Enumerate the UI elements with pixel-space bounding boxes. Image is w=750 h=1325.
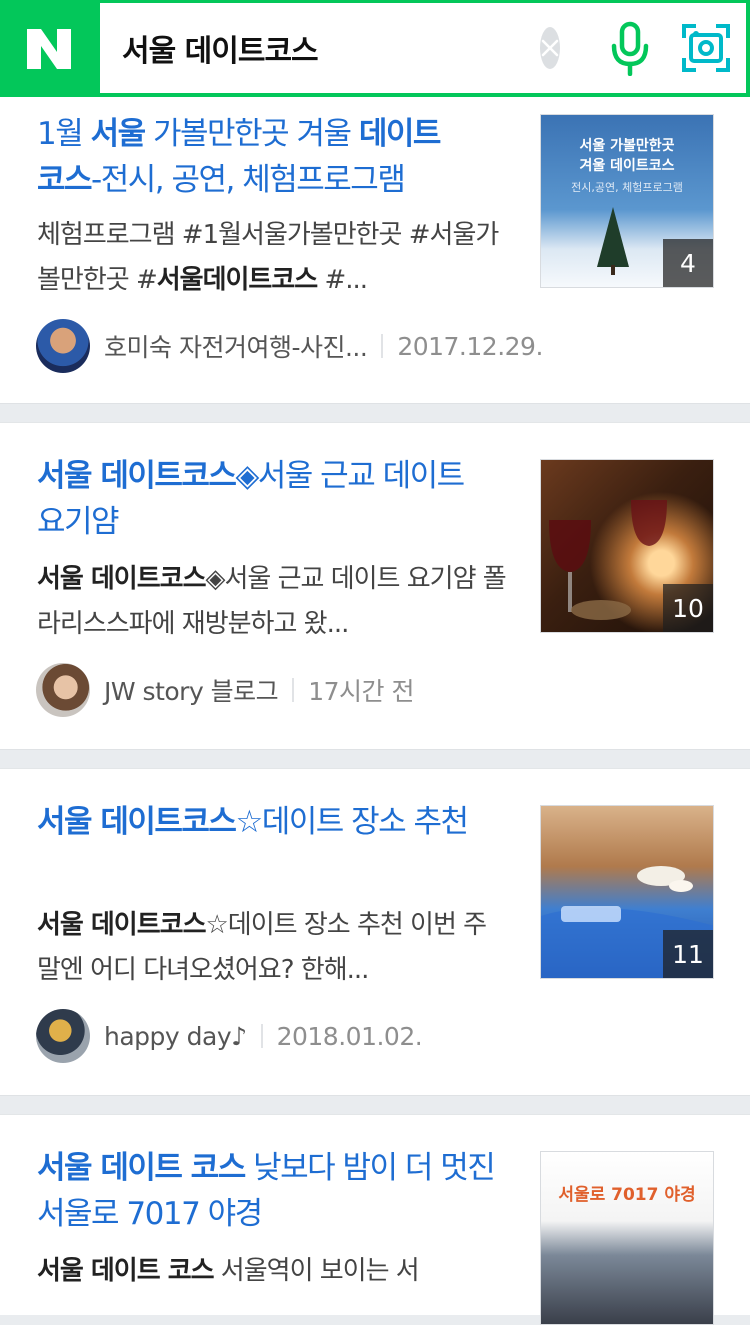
thumbnail-caption: 서울 가볼만한곳 <box>579 138 675 154</box>
tree-image <box>597 207 629 275</box>
voice-search-button[interactable] <box>610 20 650 76</box>
search-results: 1월 서울 가볼만한곳 겨울 데이트 코스-전시, 공연, 체험프로그램 체험프… <box>0 97 750 1325</box>
post-date: 17시간 전 <box>308 677 414 706</box>
meta-divider <box>260 1024 263 1048</box>
result-thumbnail[interactable]: 서울로 7017 야경 <box>540 1151 714 1325</box>
search-box <box>100 3 746 93</box>
result-thumbnail[interactable]: 서울 가볼만한곳 겨울 데이트코스 전시,공연, 체험프로그램 4 <box>540 114 714 288</box>
result-meta: 호미숙 자전거여행-사진... 2017.12.29. <box>36 319 543 373</box>
result-card[interactable]: 1월 서울 가볼만한곳 겨울 데이트 코스-전시, 공연, 체험프로그램 체험프… <box>0 97 750 403</box>
result-card[interactable]: 서울 데이트코스◈서울 근교 데이트 요기얌 서울 데이트코스◈서울 근교 데이… <box>0 423 750 749</box>
result-description: 서울 데이트코스☆데이트 장소 추천 이번 주말엔 어디 다녀오셨어요? 한해.… <box>37 910 487 985</box>
result-thumbnail[interactable]: 10 <box>540 459 714 633</box>
post-date: 2018.01.02. <box>276 1021 423 1051</box>
result-title[interactable]: 1월 서울 가볼만한곳 겨울 데이트 코스-전시, 공연, 체험프로그램 <box>37 111 507 203</box>
naver-logo-icon <box>27 28 71 69</box>
image-count-badge: 4 <box>663 239 713 287</box>
avatar[interactable] <box>36 663 90 717</box>
result-description: 서울 데이트 코스 서울역이 보이는 서 <box>37 1256 420 1286</box>
search-input[interactable] <box>100 18 540 78</box>
post-date: 2017.12.29. <box>397 331 543 361</box>
meta-divider <box>381 334 384 358</box>
image-count-badge: 11 <box>663 930 713 978</box>
author-name[interactable]: 호미숙 자전거여행-사진... <box>104 328 368 364</box>
thumbnail-caption: 전시,공연, 체험프로그램 <box>571 181 683 194</box>
microphone-icon <box>611 21 649 76</box>
image-count-badge: 10 <box>663 584 713 632</box>
result-description: 체험프로그램 #1월서울가볼만한곳 #서울가볼만한곳 #서울데이트코스 #... <box>37 220 499 295</box>
search-header <box>0 0 750 97</box>
result-card[interactable]: 서울 데이트코스☆데이트 장소 추천 서울 데이트코스☆데이트 장소 추천 이번… <box>0 769 750 1095</box>
result-description: 서울 데이트코스◈서울 근교 데이트 요기얌 폴라리스스파에 재방분하고 왔..… <box>37 564 507 639</box>
thumbnail-caption: 서울로 7017 야경 <box>558 1185 696 1205</box>
result-title[interactable]: 서울 데이트코스◈서울 근교 데이트 요기얌 <box>37 453 507 545</box>
author-name[interactable]: JW story 블로그 <box>104 672 279 708</box>
clear-button[interactable] <box>540 27 560 69</box>
result-card[interactable]: 서울 데이트 코스 낮보다 밤이 더 멋진 서울로 7017 야경 서울 데이트… <box>0 1115 750 1325</box>
result-meta: happy day♪ 2018.01.02. <box>36 1009 423 1063</box>
result-meta: JW story 블로그 17시간 전 <box>36 663 414 717</box>
result-thumbnail[interactable]: 11 <box>540 805 714 979</box>
lens-search-button[interactable] <box>682 24 730 72</box>
card-gap <box>0 749 750 769</box>
card-gap <box>0 403 750 423</box>
result-title[interactable]: 서울 데이트코스☆데이트 장소 추천 <box>37 799 507 845</box>
author-name[interactable]: happy day♪ <box>104 1022 247 1051</box>
naver-logo[interactable] <box>0 0 98 97</box>
result-title[interactable]: 서울 데이트 코스 낮보다 밤이 더 멋진 서울로 7017 야경 <box>37 1145 507 1237</box>
avatar[interactable] <box>36 1009 90 1063</box>
thumbnail-caption: 겨울 데이트코스 <box>579 158 675 174</box>
clear-icon <box>541 39 559 57</box>
avatar[interactable] <box>36 319 90 373</box>
card-gap <box>0 1095 750 1115</box>
meta-divider <box>292 678 295 702</box>
lens-icon <box>682 24 730 72</box>
